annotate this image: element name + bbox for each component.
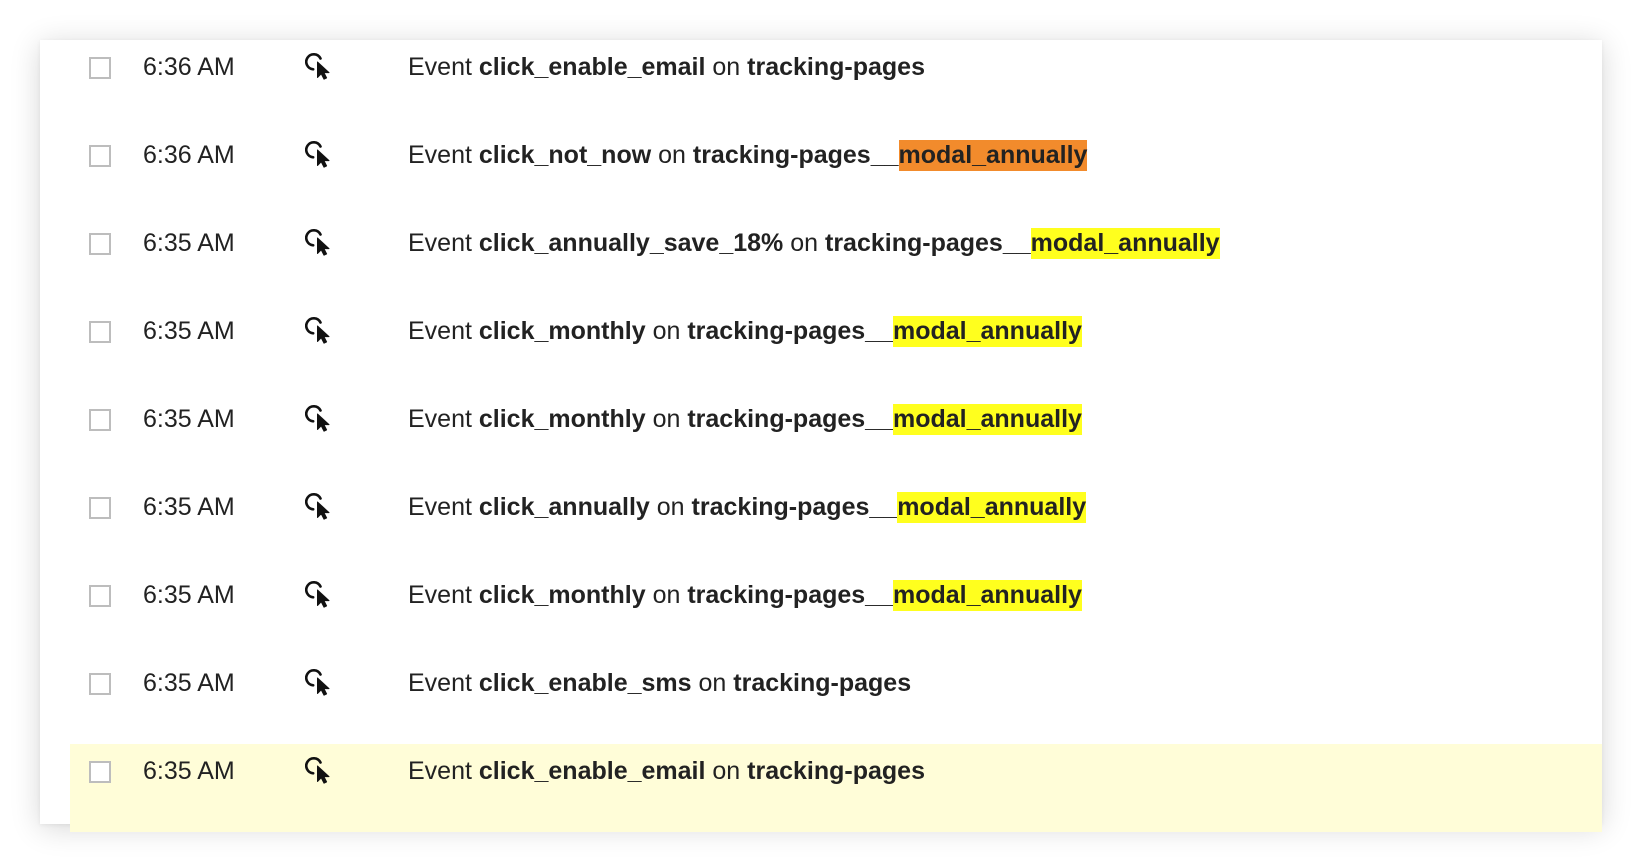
event-row[interactable]: 6:35 AM Event click_annually on tracking… [40,480,1602,568]
event-name: click_monthly [478,317,646,345]
row-checkbox[interactable] [89,409,111,431]
event-time: 6:35 AM [143,317,235,345]
event-on: on [656,493,685,521]
event-page-suffix: modal_annually [892,404,1082,435]
click-cursor-icon [305,581,330,608]
event-prefix: Event [408,581,472,609]
event-description: Event click_annually_save_18% on trackin… [408,228,1220,259]
event-name: click_monthly [478,581,646,609]
event-time: 6:35 AM [143,229,235,257]
event-name: click_enable_sms [478,669,692,697]
event-row[interactable]: 6:36 AM Event click_enable_email on trac… [40,40,1602,128]
row-checkbox[interactable] [89,57,111,79]
event-time: 6:35 AM [143,493,235,521]
event-page: tracking-pages [747,757,925,785]
click-cursor-icon [305,317,330,344]
event-description: Event click_enable_sms on tracking-pages [408,668,911,698]
event-name: click_not_now [478,141,652,169]
event-time: 6:35 AM [143,581,235,609]
event-on: on [652,317,681,345]
screen: 6:36 AM Event click_enable_email on trac… [0,0,1642,864]
event-name: click_enable_email [478,757,706,785]
event-page: tracking-pages__ [687,405,893,433]
row-checkbox[interactable] [89,585,111,607]
event-on: on [712,53,741,81]
event-name: click_annually [478,493,650,521]
event-page: tracking-pages__ [687,317,893,345]
event-page: tracking-pages__ [825,229,1031,257]
click-cursor-icon [305,229,330,256]
event-page: tracking-pages__ [692,141,899,169]
event-row[interactable]: 6:35 AM Event click_enable_sms on tracki… [40,656,1602,744]
event-on: on [698,669,727,697]
event-list: 6:36 AM Event click_enable_email on trac… [40,40,1602,832]
event-page-suffix: modal_annually [1030,228,1220,259]
event-on: on [712,757,741,785]
row-checkbox[interactable] [89,673,111,695]
event-on: on [652,405,681,433]
event-page: tracking-pages [747,53,925,81]
event-time: 6:35 AM [143,757,235,785]
event-page-suffix: modal_annually [898,140,1088,171]
event-row[interactable]: 6:36 AM Event click_not_now on tracking-… [40,128,1602,216]
click-cursor-icon [305,493,330,520]
event-description: Event click_monthly on tracking-pages__m… [408,580,1082,611]
event-page-suffix: modal_annually [892,316,1082,347]
event-prefix: Event [408,493,472,521]
event-description: Event click_monthly on tracking-pages__m… [408,404,1082,435]
click-cursor-icon [305,757,330,784]
event-on: on [658,141,686,169]
event-name: click_annually_save_18% [478,229,784,257]
event-prefix: Event [408,53,472,81]
event-prefix: Event [408,229,472,257]
event-time: 6:35 AM [143,405,235,433]
click-cursor-icon [305,669,330,696]
event-description: Event click_monthly on tracking-pages__m… [408,316,1082,347]
event-time: 6:36 AM [143,53,235,81]
event-row[interactable]: 6:35 AM Event click_annually_save_18% on… [40,216,1602,304]
click-cursor-icon [305,53,330,80]
event-page-suffix: modal_annually [897,492,1087,523]
event-description: Event click_enable_email on tracking-pag… [408,756,925,786]
event-name: click_enable_email [478,53,706,81]
event-description: Event click_annually on tracking-pages__… [408,492,1087,523]
event-prefix: Event [408,757,472,785]
event-time: 6:35 AM [143,669,235,697]
event-on: on [790,229,819,257]
event-page: tracking-pages [733,669,912,697]
event-row[interactable]: 6:35 AM Event click_monthly on tracking-… [40,568,1602,656]
click-cursor-icon [305,141,330,168]
event-on: on [652,581,681,609]
event-prefix: Event [408,141,472,169]
event-description: Event click_enable_email on tracking-pag… [408,52,925,82]
event-page-suffix: modal_annually [892,580,1082,611]
event-name: click_monthly [478,405,646,433]
event-row[interactable]: 6:35 AM Event click_enable_email on trac… [40,744,1602,832]
row-checkbox[interactable] [89,321,111,343]
row-checkbox[interactable] [89,497,111,519]
event-row[interactable]: 6:35 AM Event click_monthly on tracking-… [40,392,1602,480]
event-prefix: Event [408,669,472,697]
row-checkbox[interactable] [89,145,111,167]
row-checkbox[interactable] [89,233,111,255]
row-checkbox[interactable] [89,761,111,783]
event-row[interactable]: 6:35 AM Event click_monthly on tracking-… [40,304,1602,392]
click-cursor-icon [305,405,330,432]
event-log-card: 6:36 AM Event click_enable_email on trac… [40,40,1602,832]
event-prefix: Event [408,317,472,345]
event-time: 6:36 AM [143,141,235,169]
event-description: Event click_not_now on tracking-pages__m… [408,140,1088,171]
event-page: tracking-pages__ [687,581,893,609]
event-page: tracking-pages__ [691,493,898,521]
event-prefix: Event [408,405,472,433]
